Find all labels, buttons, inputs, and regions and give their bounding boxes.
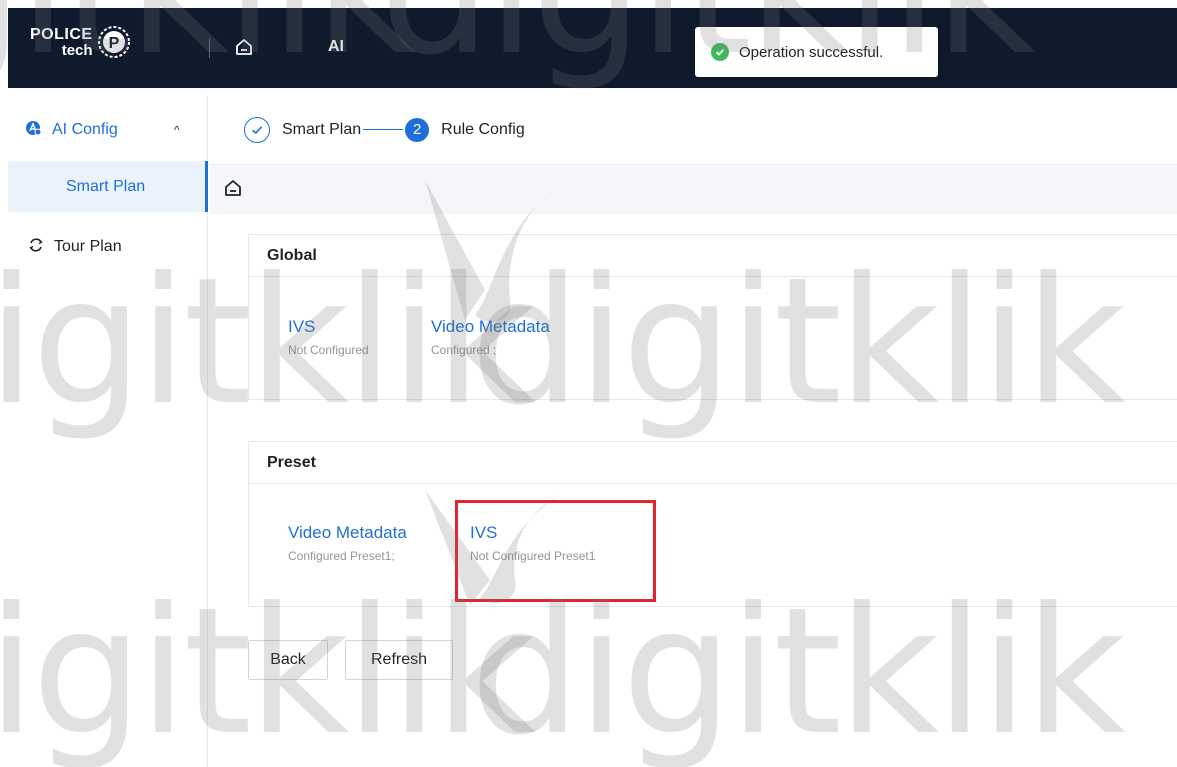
preset-plan-ivs[interactable]: IVS Not Configured Preset1 xyxy=(470,523,595,563)
sidebar: AI Config ^ Smart Plan Tour Plan xyxy=(0,95,208,767)
preset-card: Preset Video Metadata Configured Preset1… xyxy=(248,441,1177,607)
logo-badge-icon: P xyxy=(97,25,131,59)
sidebar-group-ai-config[interactable]: AI Config ^ xyxy=(0,115,208,145)
step-2-number: 2 xyxy=(405,117,430,142)
back-button[interactable]: Back xyxy=(248,640,328,680)
sidebar-item-smart-plan[interactable]: Smart Plan xyxy=(8,161,208,212)
global-plan-ivs[interactable]: IVS Not Configured xyxy=(288,317,369,357)
plan-status: Not Configured xyxy=(288,343,369,357)
plan-name[interactable]: Video Metadata xyxy=(431,317,550,337)
header-divider xyxy=(209,38,210,58)
header-bar: POLICE tech P AI xyxy=(8,8,1177,88)
plan-name[interactable]: Video Metadata xyxy=(288,523,407,543)
logo-text-police: POLICE xyxy=(30,25,93,43)
brand-logo: POLICE tech P xyxy=(30,22,175,62)
global-card: Global IVS Not Configured Video Metadata… xyxy=(248,234,1177,400)
breadcrumb xyxy=(209,166,1177,214)
plan-status: Configured Preset1; xyxy=(288,549,395,563)
sidebar-item-label: Smart Plan xyxy=(66,177,146,195)
step-done-check-icon xyxy=(244,116,270,143)
sidebar-item-tour-plan[interactable]: Tour Plan xyxy=(0,232,208,262)
step-progress: Smart Plan 2 Rule Config xyxy=(209,95,1177,165)
plan-status: Configured ; xyxy=(431,343,497,357)
tour-plan-icon xyxy=(28,237,44,258)
plan-name[interactable]: IVS xyxy=(470,523,595,543)
check-circle-icon xyxy=(711,43,729,61)
main-content: Smart Plan 2 Rule Config Global IVS Not … xyxy=(209,95,1177,767)
toast-message: Operation successful. xyxy=(739,43,884,61)
chevron-up-icon[interactable]: ^ xyxy=(174,123,180,137)
global-card-title: Global xyxy=(249,235,1177,277)
step-2-label: Rule Config xyxy=(441,120,525,138)
page-title: AI xyxy=(328,38,344,55)
logo-text-tech: tech xyxy=(61,41,93,59)
preset-plan-video-metadata[interactable]: Video Metadata Configured Preset1; xyxy=(288,523,407,563)
success-toast: Operation successful. xyxy=(695,27,938,77)
refresh-button[interactable]: Refresh xyxy=(345,640,453,680)
active-indicator xyxy=(205,161,208,212)
home-icon[interactable] xyxy=(223,178,243,203)
sidebar-item-label: Tour Plan xyxy=(54,238,122,255)
svg-text:P: P xyxy=(108,35,119,52)
global-plan-video-metadata[interactable]: Video Metadata Configured ; xyxy=(431,317,550,357)
plan-status: Not Configured Preset1 xyxy=(470,549,596,563)
sidebar-group-label: AI Config xyxy=(52,121,118,138)
ai-config-icon xyxy=(24,119,42,142)
preset-card-title: Preset xyxy=(249,442,1177,484)
step-1-label: Smart Plan xyxy=(282,120,362,138)
home-icon[interactable] xyxy=(230,33,258,61)
step-connector xyxy=(363,128,404,131)
top-header: POLICE tech P AI Operation successful. xyxy=(0,0,1177,95)
plan-name[interactable]: IVS xyxy=(288,317,369,337)
